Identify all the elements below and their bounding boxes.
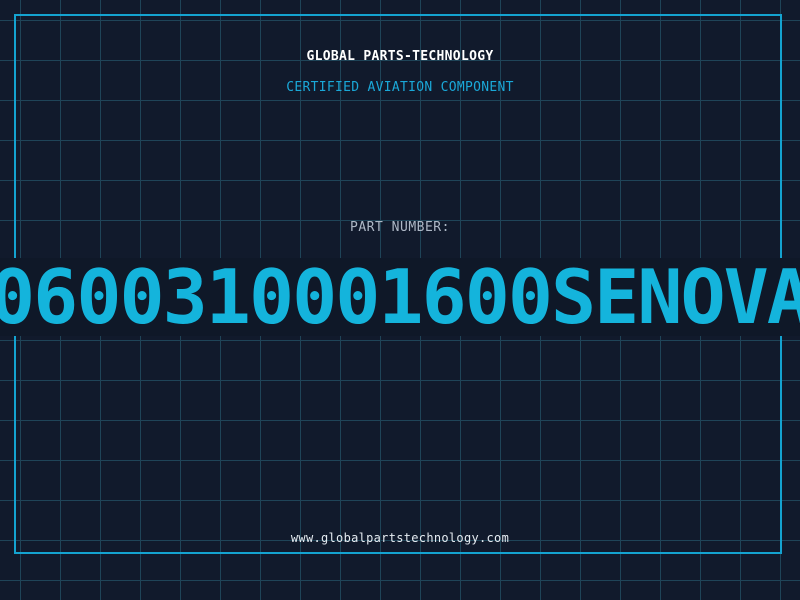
part-number-label: PART NUMBER:: [350, 220, 450, 235]
certification-subtitle: CERTIFIED AVIATION COMPONENT: [286, 80, 514, 95]
company-name: GLOBAL PARTS-TECHNOLOGY: [306, 49, 494, 64]
part-number-text: 0600310001600SENOVA: [0, 258, 800, 336]
part-number-band: 0600310001600SENOVA: [0, 258, 800, 336]
part-number-value: 0600310001600SENOVA: [0, 258, 800, 336]
website-url[interactable]: www.globalpartstechnology.com: [0, 531, 800, 545]
